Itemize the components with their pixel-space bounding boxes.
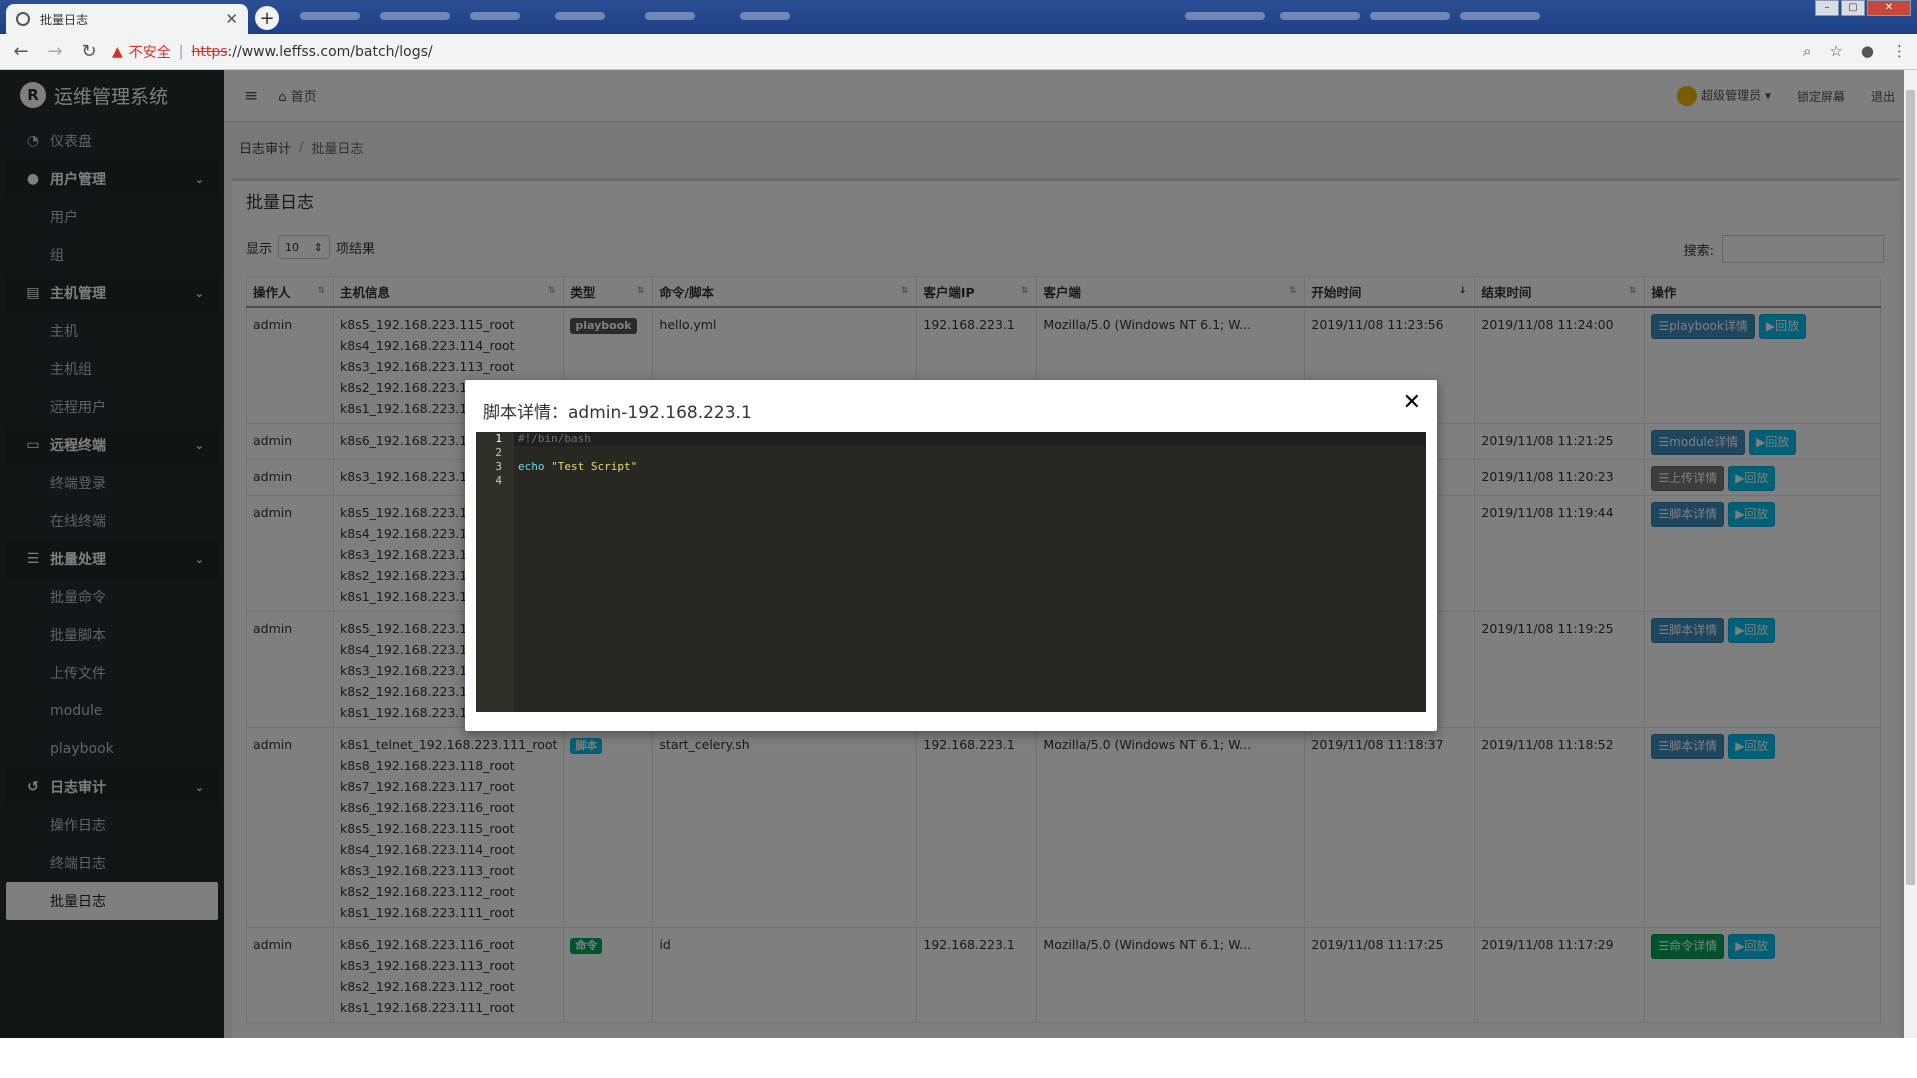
close-icon[interactable]: ✕	[1403, 390, 1421, 415]
back-icon[interactable]: ←	[8, 39, 34, 65]
zoom-icon[interactable]: ⌕	[1803, 42, 1811, 60]
blurred-tab[interactable]	[1280, 12, 1360, 20]
new-tab-button[interactable]: +	[255, 6, 279, 30]
modal-title: 脚本详情：admin-192.168.223.1	[483, 403, 752, 423]
script-detail-modal: 脚本详情：admin-192.168.223.1 ✕ 1 2 3 4 #!/bi…	[465, 380, 1437, 731]
forward-icon[interactable]: →	[42, 39, 68, 65]
code-line: echo "Test Script"	[518, 460, 638, 473]
address-bar: ← → ↻ ▲ 不安全 | https ://www.leffss.com/ba…	[0, 34, 1917, 70]
omnibox-actions: ⌕ ☆ ● ⋮	[1803, 42, 1907, 60]
blurred-tab[interactable]	[740, 12, 790, 20]
tab-close-icon[interactable]: ✕	[225, 10, 238, 28]
line-number-gutter: 1 2 3 4	[476, 432, 514, 712]
blurred-tab[interactable]	[645, 12, 695, 20]
blurred-tab[interactable]	[1370, 12, 1450, 20]
blurred-tab[interactable]	[300, 12, 360, 20]
line-number: 3	[495, 460, 502, 473]
line-number: 1	[495, 432, 502, 445]
tab-title: 批量日志	[40, 12, 89, 27]
page-scrollbar[interactable]	[1904, 70, 1917, 1038]
menu-kebab-icon[interactable]: ⋮	[1892, 42, 1907, 60]
blurred-tab[interactable]	[380, 12, 450, 20]
code-lines: #!/bin/bash echo "Test Script"	[514, 432, 1426, 488]
window-close-icon[interactable]: ✕	[1867, 0, 1911, 16]
code-line: #!/bin/bash	[514, 432, 1426, 446]
insecure-label: 不安全	[128, 44, 171, 61]
code-editor[interactable]: 1 2 3 4 #!/bin/bash echo "Test Script"	[476, 432, 1426, 712]
url-path: ://www.leffss.com/batch/logs/	[227, 43, 433, 60]
profile-icon[interactable]: ●	[1861, 42, 1874, 60]
url-field[interactable]: ▲ 不安全 | https ://www.leffss.com/batch/lo…	[112, 39, 1772, 65]
window-controls: – ▢ ✕	[1813, 0, 1911, 16]
url-scheme: https	[191, 43, 228, 60]
line-number: 2	[495, 446, 502, 459]
browser-tab-active[interactable]: 批量日志 ✕	[6, 4, 248, 34]
blurred-tab[interactable]	[555, 12, 605, 20]
line-number: 4	[495, 474, 502, 487]
maximize-icon[interactable]: ▢	[1841, 0, 1865, 16]
scrollbar-thumb[interactable]	[1906, 90, 1915, 885]
blurred-tab[interactable]	[1460, 12, 1540, 20]
blurred-tab[interactable]	[1185, 12, 1265, 20]
browser-tab-strip: 批量日志 ✕ + – ▢ ✕	[0, 0, 1917, 34]
blurred-tab[interactable]	[470, 12, 520, 20]
minimize-icon[interactable]: –	[1815, 0, 1839, 16]
warning-icon: ▲	[112, 43, 123, 60]
bookmark-star-icon[interactable]: ☆	[1829, 42, 1842, 60]
tab-favicon-icon	[16, 12, 30, 26]
reload-icon[interactable]: ↻	[76, 39, 102, 65]
